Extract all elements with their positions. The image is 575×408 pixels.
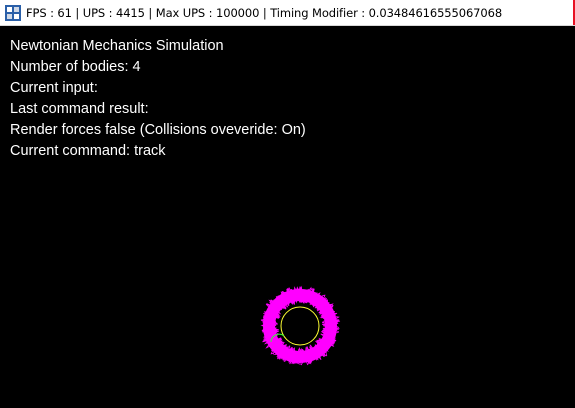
simulation-drawing bbox=[260, 285, 341, 366]
orbit-trail bbox=[260, 285, 341, 366]
simulation-window: FPS : 61 | UPS : 4415 | Max UPS : 100000… bbox=[0, 0, 575, 408]
central-body bbox=[280, 306, 320, 346]
